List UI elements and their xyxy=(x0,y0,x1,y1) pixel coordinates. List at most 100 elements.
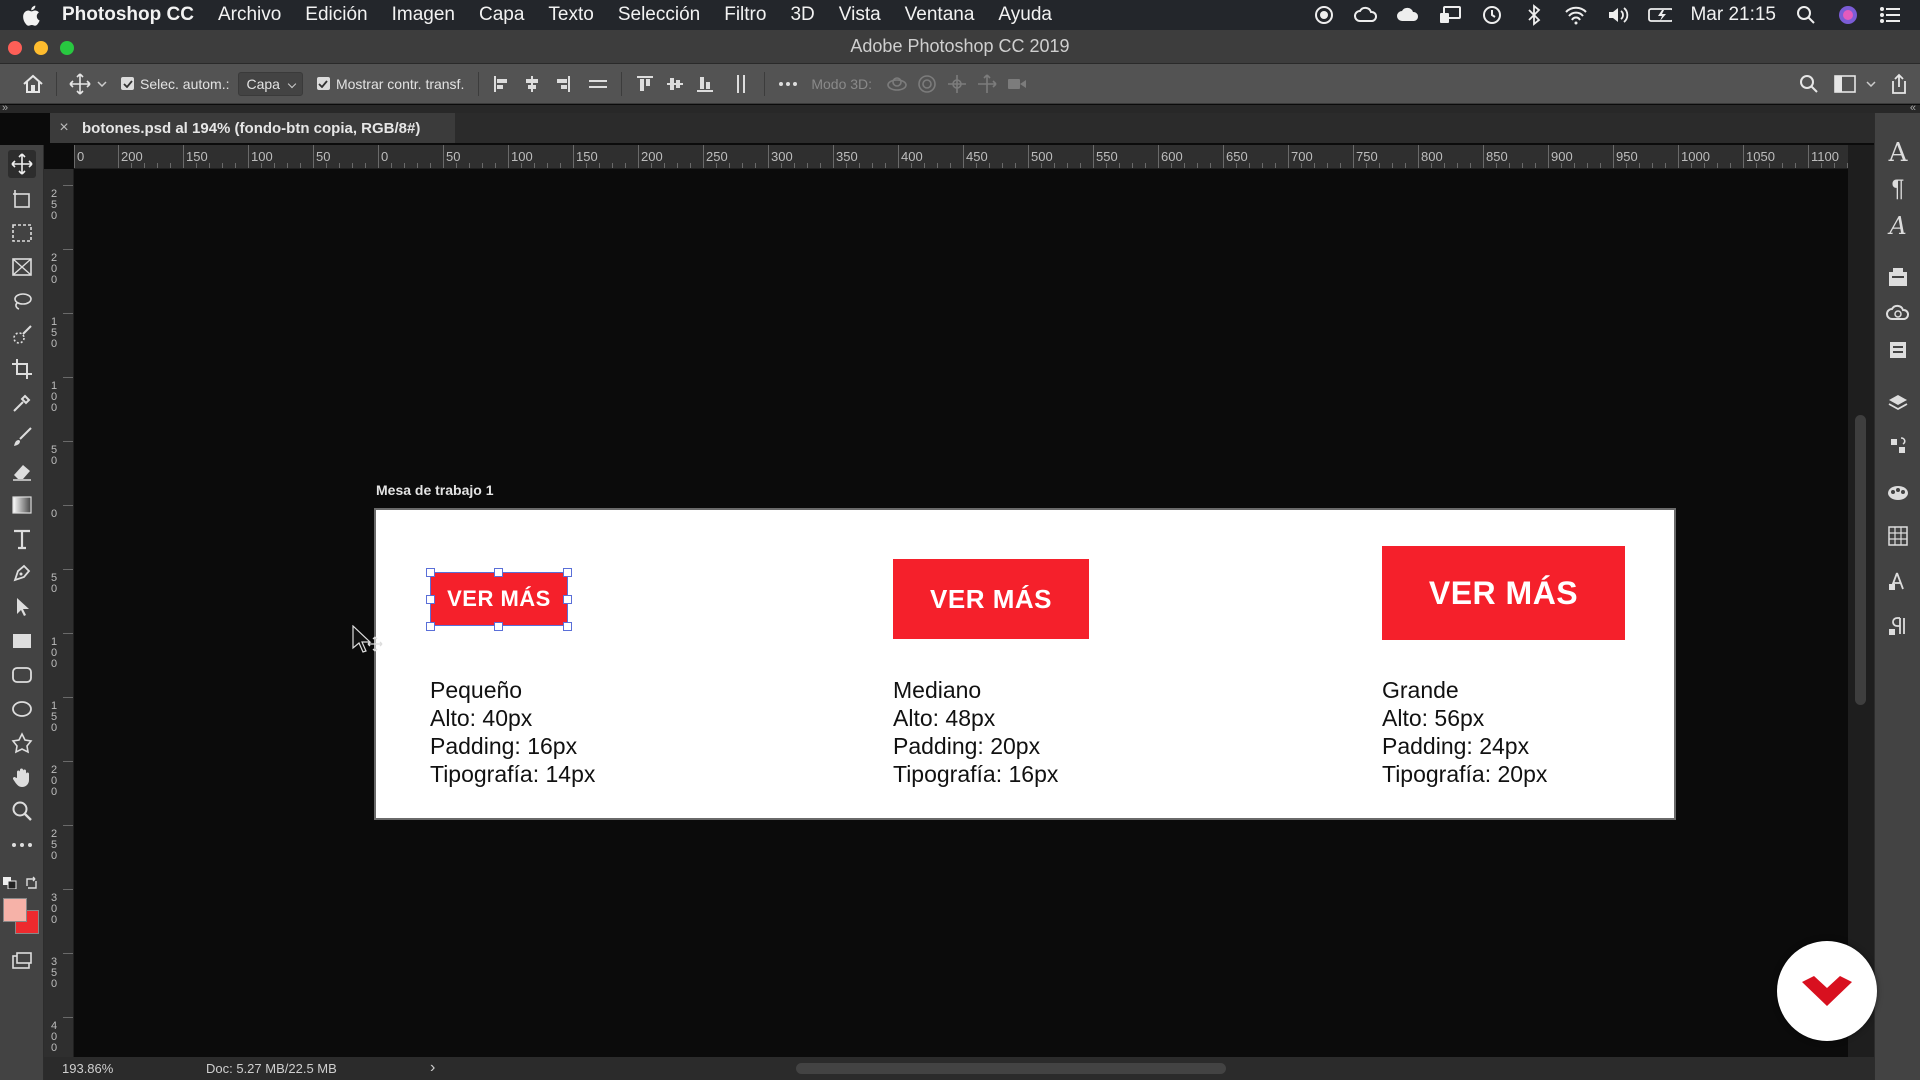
layers-icon[interactable] xyxy=(1885,390,1911,416)
distribute-vertical-icon[interactable] xyxy=(726,69,756,99)
artboard-label[interactable]: Mesa de trabajo 1 xyxy=(376,482,494,498)
cloud-documents-icon[interactable] xyxy=(1885,300,1911,326)
rectangle-tool-icon[interactable] xyxy=(8,627,36,655)
swap-colors-icon[interactable] xyxy=(25,876,39,890)
libraries-icon[interactable] xyxy=(1885,264,1911,290)
move-tool-icon[interactable] xyxy=(8,150,36,178)
paragraph-panel-icon[interactable]: ¶ xyxy=(1885,175,1911,202)
search-icon[interactable] xyxy=(1794,69,1824,99)
app-name-menu[interactable]: Photoshop CC xyxy=(62,4,194,26)
menu-ayuda[interactable]: Ayuda xyxy=(998,4,1052,26)
pan-3d-icon[interactable] xyxy=(942,69,972,99)
slide-3d-icon[interactable] xyxy=(972,69,1002,99)
tool-preset-chevron-down-icon[interactable] xyxy=(95,77,109,91)
transform-handle[interactable] xyxy=(426,568,435,577)
workspace-chevron-down-icon[interactable] xyxy=(1866,80,1878,87)
spotlight-search-icon[interactable] xyxy=(1794,4,1818,26)
character-styles-icon[interactable]: A xyxy=(1885,212,1911,240)
share-icon[interactable] xyxy=(1884,69,1914,99)
vertical-scroll-thumb[interactable] xyxy=(1855,415,1866,705)
align-right-icon[interactable] xyxy=(547,69,577,99)
close-tab-icon[interactable]: × xyxy=(50,119,78,137)
type-tool-icon[interactable] xyxy=(8,525,36,553)
menu-filtro[interactable]: Filtro xyxy=(724,4,766,26)
home-icon[interactable] xyxy=(18,69,48,99)
gradient-icon[interactable] xyxy=(8,491,36,519)
icloud-icon[interactable] xyxy=(1396,4,1420,26)
align-top-icon[interactable] xyxy=(630,69,660,99)
move-tool-preset-icon[interactable] xyxy=(65,69,95,99)
zoom-window-button[interactable] xyxy=(60,41,74,55)
swatches-grid-icon[interactable] xyxy=(1885,523,1911,549)
align-bottom-icon[interactable] xyxy=(690,69,720,99)
airplay-display-icon[interactable] xyxy=(1438,4,1462,26)
align-left-icon[interactable] xyxy=(487,69,517,99)
time-machine-icon[interactable] xyxy=(1480,4,1504,26)
menu-archivo[interactable]: Archivo xyxy=(218,4,281,26)
brush-icon[interactable] xyxy=(8,423,36,451)
show-transform-checkbox[interactable] xyxy=(316,77,330,90)
glyphs-icon[interactable] xyxy=(1885,568,1911,594)
menu-vista[interactable]: Vista xyxy=(839,4,881,26)
quick-selection-icon[interactable] xyxy=(8,321,36,349)
rectangular-marquee-icon[interactable] xyxy=(8,219,36,247)
channels-paths-icon[interactable] xyxy=(1885,433,1911,459)
expand-panels-left-icon[interactable]: » xyxy=(2,102,8,114)
orbit-3d-icon[interactable] xyxy=(882,69,912,99)
bluetooth-icon[interactable] xyxy=(1522,4,1546,26)
transform-handle[interactable] xyxy=(426,595,435,604)
document-tab[interactable]: × botones.psd al 194% (fondo-btn copia, … xyxy=(50,113,455,143)
properties-icon[interactable] xyxy=(1885,337,1911,363)
frame-tool-icon[interactable] xyxy=(8,253,36,281)
crop-icon[interactable] xyxy=(8,355,36,383)
more-tools-icon[interactable] xyxy=(8,831,36,859)
transform-handle[interactable] xyxy=(563,622,572,631)
notification-center-icon[interactable] xyxy=(1878,4,1902,26)
align-middle-v-icon[interactable] xyxy=(660,69,690,99)
auto-select-dropdown[interactable]: Capa xyxy=(237,71,303,96)
default-colors-icon[interactable] xyxy=(3,877,17,889)
wifi-icon[interactable] xyxy=(1564,4,1588,26)
horizontal-scroll-thumb[interactable] xyxy=(796,1063,1226,1074)
zoom-tool-icon[interactable] xyxy=(8,797,36,825)
menu-edicion[interactable]: Edición xyxy=(305,4,367,26)
siri-icon[interactable] xyxy=(1836,4,1860,26)
custom-shape-icon[interactable] xyxy=(8,729,36,757)
creative-cloud-icon[interactable] xyxy=(1354,4,1378,26)
more-options-icon[interactable] xyxy=(773,69,803,99)
roll-3d-icon[interactable] xyxy=(912,69,942,99)
scale-3d-icon[interactable] xyxy=(1002,69,1032,99)
transform-handle[interactable] xyxy=(426,622,435,631)
transform-handle[interactable] xyxy=(563,568,572,577)
path-selection-icon[interactable] xyxy=(8,593,36,621)
eraser-icon[interactable] xyxy=(8,457,36,485)
pen-tool-icon[interactable] xyxy=(8,559,36,587)
minimize-window-button[interactable] xyxy=(34,41,48,55)
transform-bounding-box[interactable] xyxy=(430,572,568,626)
auto-select-checkbox[interactable] xyxy=(121,77,134,90)
zoom-level[interactable]: 193.86% xyxy=(62,1061,113,1076)
menu-seleccion[interactable]: Selección xyxy=(618,4,700,26)
vertical-scrollbar[interactable] xyxy=(1848,145,1874,1057)
foreground-color-swatch[interactable] xyxy=(3,898,27,922)
menu-imagen[interactable]: Imagen xyxy=(392,4,455,26)
artboard[interactable]: VER MÁS VER MÁS VER MÁS Pequeño Alto: 40… xyxy=(374,508,1676,820)
volume-icon[interactable] xyxy=(1606,4,1630,26)
character-panel-icon[interactable]: A xyxy=(1885,138,1911,168)
distribute-horizontal-icon[interactable] xyxy=(583,69,613,99)
align-center-h-icon[interactable] xyxy=(517,69,547,99)
record-icon[interactable] xyxy=(1312,4,1336,26)
menu-3d[interactable]: 3D xyxy=(790,4,814,26)
screen-mode-icon[interactable] xyxy=(8,947,36,975)
adjustments-icon[interactable] xyxy=(1885,479,1911,505)
apple-icon[interactable] xyxy=(0,5,62,26)
transform-handle[interactable] xyxy=(563,595,572,604)
menu-capa[interactable]: Capa xyxy=(479,4,524,26)
status-menu-arrow[interactable]: › xyxy=(430,1059,435,1077)
menu-texto[interactable]: Texto xyxy=(548,4,593,26)
button-large-preview[interactable]: VER MÁS xyxy=(1382,546,1625,640)
artboard-tool-icon[interactable] xyxy=(8,185,36,213)
eyedropper-icon[interactable] xyxy=(8,389,36,417)
button-medium-preview[interactable]: VER MÁS xyxy=(893,559,1089,639)
ellipse-tool-icon[interactable] xyxy=(8,695,36,723)
